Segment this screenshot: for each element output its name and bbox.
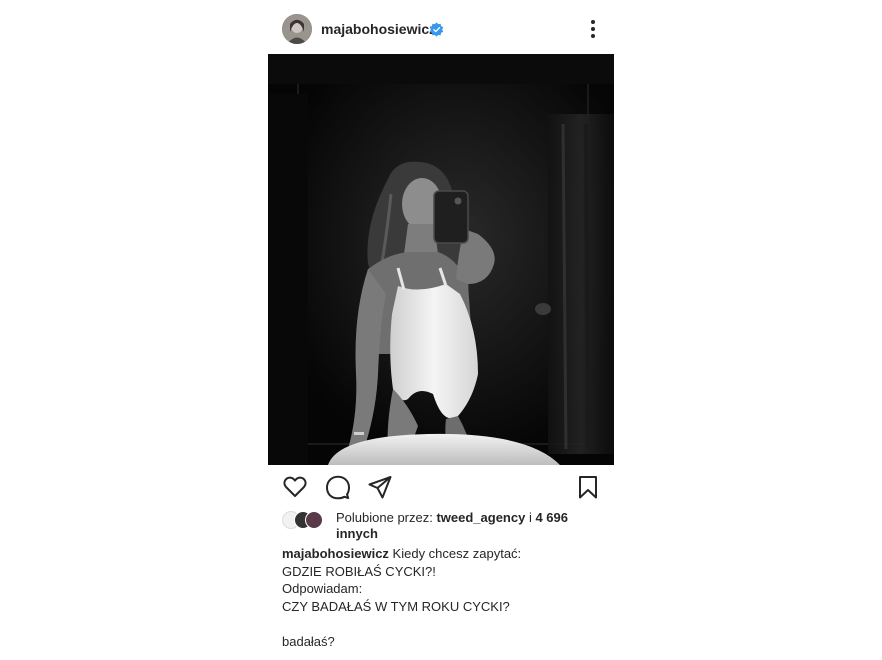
avatar[interactable] [305, 511, 323, 529]
post-username[interactable]: majabohosiewicz [321, 21, 436, 37]
caption-line: GDZIE ROBIŁAŚ CYCKI?! [282, 563, 436, 579]
caption-line [282, 615, 602, 633]
verified-badge-icon [429, 22, 444, 37]
caption-line: Odpowiadam: [282, 581, 363, 596]
likes-suffix[interactable]: innych [336, 526, 378, 541]
liker-username[interactable]: tweed_agency [436, 510, 525, 525]
heart-icon[interactable] [282, 474, 308, 500]
caption-text: Kiedy chcesz zapytać: [392, 546, 522, 561]
more-options-icon[interactable] [582, 17, 604, 41]
likes-middle: i [525, 510, 536, 525]
likes-text: Polubione przez: tweed_agency i 4 696 inn… [336, 510, 596, 541]
post-photo[interactable] [268, 54, 614, 465]
post-actions-bar [268, 474, 614, 500]
liker-avatars [282, 511, 332, 531]
post-header: majabohosiewicz [268, 12, 614, 46]
avatar[interactable] [282, 14, 312, 44]
caption-line: badałaś? [282, 633, 335, 649]
post-caption: majabohosiewicz Kiedy chcesz zapytać: GD… [282, 545, 602, 650]
likes-summary: Polubione przez: tweed_agency i 4 696 inn… [282, 510, 602, 542]
caption-username[interactable]: majabohosiewicz [282, 546, 389, 561]
likes-prefix: Polubione przez: [336, 510, 437, 525]
comment-icon[interactable] [325, 474, 351, 500]
paper-plane-icon[interactable] [367, 474, 393, 500]
instagram-post: majabohosiewicz Polubione przez: tweed_a… [268, 0, 614, 660]
likes-count[interactable]: 4 696 [535, 510, 568, 525]
bookmark-icon[interactable] [575, 474, 601, 500]
caption-first-line: majabohosiewicz Kiedy chcesz zapytać: [282, 545, 602, 563]
caption-line: CZY BADAŁAŚ W TYM ROKU CYCKI? [282, 598, 510, 614]
